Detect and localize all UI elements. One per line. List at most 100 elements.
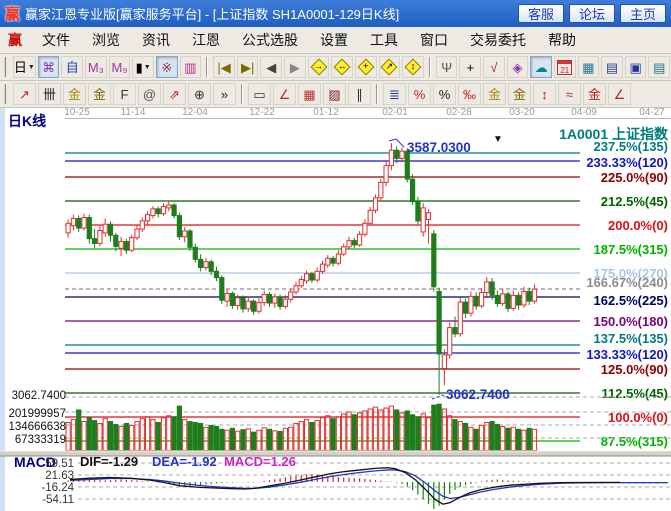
kline-style-dropdown-glyph: ▮ <box>136 61 143 74</box>
homepage-button[interactable]: 主页 <box>620 4 666 23</box>
spiral-icon[interactable]: @ <box>138 83 161 105</box>
volume-bar <box>193 423 197 451</box>
menu-item-8[interactable]: 交易委托 <box>459 27 537 53</box>
volume-bar <box>77 410 81 451</box>
wave-ratio-icon[interactable]: ≈ <box>558 83 581 105</box>
candle-body <box>161 206 165 213</box>
forum-button[interactable]: 论坛 <box>569 4 615 23</box>
toolbar-gripper <box>4 84 8 104</box>
candle-body <box>71 218 75 225</box>
volume-bar <box>93 421 97 451</box>
price-grid-icon[interactable]: ▦ <box>298 83 321 105</box>
multi-color-chart-icon[interactable]: ▥ <box>180 56 202 78</box>
relation-graph-icon[interactable]: ⌘ <box>38 56 60 78</box>
gann-grid-a-icon[interactable]: 金 <box>63 83 86 105</box>
notes-icon[interactable]: ▤ <box>601 56 623 78</box>
menu-item-4[interactable]: 公式选股 <box>231 27 309 53</box>
parallel-lines-icon[interactable]: ∥ <box>348 83 371 105</box>
angle-grid-icon[interactable]: ▨ <box>323 83 346 105</box>
minute-chart-9-icon[interactable]: M₉ <box>109 56 131 78</box>
gann-label-162.5: 162.5%(225) <box>594 293 668 308</box>
percent-tool-icon-glyph: % <box>439 88 451 101</box>
calendar-icon[interactable]: 21 <box>554 56 576 78</box>
time-cycle-icon[interactable]: 卌 <box>38 83 61 105</box>
minute-chart-3-icon[interactable]: M₃ <box>85 56 107 78</box>
volume-bar <box>114 424 118 450</box>
toolbar-separator <box>206 57 208 77</box>
time-cycle-icon-glyph: 卌 <box>43 88 56 101</box>
expand-horizontal-diamond-icon[interactable]: ↔ <box>331 56 353 78</box>
pan-right-diamond-icon[interactable]: → <box>308 56 330 78</box>
pan-hand-icon[interactable]: Ψ <box>436 56 458 78</box>
candle-body <box>87 218 91 239</box>
zoom-all-diamond-icon[interactable]: + <box>355 56 377 78</box>
dea-value-label: DEA=-1.92 <box>152 454 217 469</box>
kline-chart[interactable]: 10-2511-1412-0412-2201-1202-0102-2803-20… <box>0 108 671 511</box>
gann-label-112.5: 112.5%(45) <box>602 386 669 401</box>
golden-section-icon[interactable]: 金 <box>508 83 531 105</box>
candle-body <box>294 286 298 292</box>
gann-grid-b-icon[interactable]: 金 <box>88 83 111 105</box>
candle-body <box>448 328 452 355</box>
gann-fan-icon[interactable]: ∠ <box>273 83 296 105</box>
gann-label-212.5: 212.5%(45) <box>601 194 668 209</box>
menu-item-2[interactable]: 资讯 <box>131 27 181 53</box>
formula-icon[interactable]: ※ <box>156 56 178 78</box>
first-bar-button[interactable]: |◀ <box>213 56 235 78</box>
gann-label-100: 100.0%(0) <box>608 410 668 425</box>
golden-circle-icon[interactable]: 金 <box>483 83 506 105</box>
price-measure-icon[interactable]: ↕ <box>533 83 556 105</box>
candle-body <box>114 235 118 246</box>
angle-line-icon[interactable]: ∠ <box>608 83 631 105</box>
candle-body <box>214 271 218 277</box>
gann-wheel-icon[interactable]: ⊕ <box>188 83 211 105</box>
candle-body <box>517 295 521 305</box>
measure-pencil-icon[interactable]: ⇗ <box>163 83 186 105</box>
volume-bar <box>506 428 510 450</box>
candle-body <box>347 241 351 247</box>
kline-style-dropdown[interactable]: ▮▼ <box>132 56 154 78</box>
period-day-dropdown[interactable]: 日▼ <box>13 56 36 78</box>
volume-scale-label: 201999957 <box>8 408 66 420</box>
zoom-diagonal-diamond-icon[interactable]: ↗ <box>379 56 401 78</box>
fib-grid-icon[interactable]: F <box>113 83 136 105</box>
candle-body <box>405 151 409 179</box>
last-bar-button[interactable]: ▶| <box>237 56 259 78</box>
calculator-icon[interactable]: ▦ <box>578 56 600 78</box>
prev-bar-button[interactable]: ◀ <box>260 56 282 78</box>
menu-item-0[interactable]: 文件 <box>31 27 81 53</box>
trend-pencil-icon[interactable]: ↗ <box>13 83 36 105</box>
golden-box-icon[interactable]: 金 <box>583 83 606 105</box>
price-measure-icon-glyph: ↕ <box>541 88 548 101</box>
candle-body <box>135 229 139 238</box>
save-icon[interactable]: ▣ <box>625 56 647 78</box>
more-tools-button[interactable]: » <box>213 83 236 105</box>
percent-tool-icon[interactable]: % <box>433 83 456 105</box>
menu-item-3[interactable]: 江恩 <box>181 27 231 53</box>
menu-item-7[interactable]: 窗口 <box>409 27 459 53</box>
box-range-icon-glyph: ▭ <box>253 88 265 101</box>
candle-body <box>511 295 515 308</box>
percent-lines-icon[interactable]: ‰ <box>458 83 481 105</box>
analysis-brain-icon[interactable]: ☁ <box>530 56 552 78</box>
clipboard-icon[interactable]: ▤ <box>648 56 670 78</box>
volume-bar <box>241 430 245 451</box>
candle-body <box>495 295 499 303</box>
customer-service-button[interactable]: 客服 <box>518 4 564 23</box>
price-grid-icon-glyph: ▦ <box>303 88 315 101</box>
stats-pointer-icon[interactable]: √ <box>483 56 505 78</box>
expand-vertical-diamond-icon[interactable]: ↕ <box>402 56 424 78</box>
menu-item-6[interactable]: 工具 <box>359 27 409 53</box>
menu-item-9[interactable]: 帮助 <box>537 27 587 53</box>
retrace-percent-icon[interactable]: % <box>408 83 431 105</box>
box-range-icon[interactable]: ▭ <box>248 83 271 105</box>
signal-marker-icon: ▼ <box>493 134 503 145</box>
gann-tools-icon[interactable]: ◈ <box>507 56 529 78</box>
info-list-icon[interactable]: 自 <box>61 56 83 78</box>
crosshair-icon[interactable]: + <box>459 56 481 78</box>
menu-item-5[interactable]: 设置 <box>309 27 359 53</box>
gann-wheel-icon-glyph: ⊕ <box>194 88 205 101</box>
next-bar-button[interactable]: ▶ <box>284 56 306 78</box>
menu-item-1[interactable]: 浏览 <box>81 27 131 53</box>
scale-bars-icon[interactable]: ≣ <box>383 83 406 105</box>
